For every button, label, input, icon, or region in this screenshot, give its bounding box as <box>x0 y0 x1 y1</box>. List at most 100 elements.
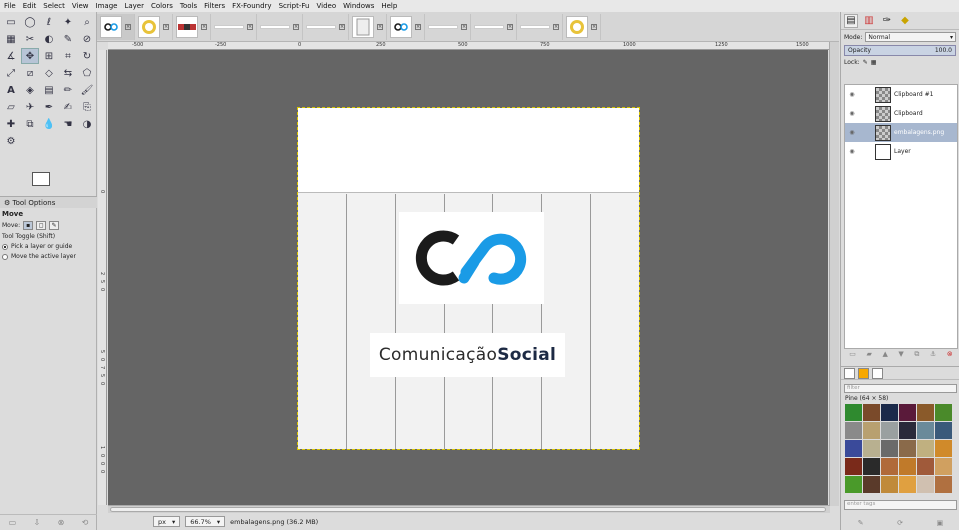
move-path-mode-button[interactable]: ✎ <box>49 221 60 230</box>
crop-icon[interactable]: ⌗ <box>59 48 77 64</box>
free-select-icon[interactable]: ℓ <box>40 14 58 30</box>
menu-colors[interactable]: Colors <box>151 2 173 10</box>
eraser-icon[interactable]: ▱ <box>2 99 20 115</box>
move-icon[interactable]: ✥ <box>21 48 39 64</box>
perspective-clone-icon[interactable]: ⧉ <box>21 116 39 132</box>
menu-filters[interactable]: Filters <box>204 2 225 10</box>
perspective-icon[interactable]: ◇ <box>40 65 58 81</box>
close-icon[interactable]: × <box>591 23 597 30</box>
menu-tools[interactable]: Tools <box>180 2 197 10</box>
image-tab[interactable]: × <box>303 13 349 40</box>
pattern-swatch[interactable] <box>935 476 952 493</box>
menu-fx-foundry[interactable]: FX-Foundry <box>232 2 271 10</box>
lower-layer-icon[interactable]: ▼ <box>898 350 903 362</box>
ellipse-select-icon[interactable]: ◯ <box>21 14 39 30</box>
menu-file[interactable]: File <box>4 2 16 10</box>
channels-tab-icon[interactable]: ▥ <box>862 14 876 28</box>
flip-icon[interactable]: ⇆ <box>59 65 77 81</box>
opacity-slider[interactable]: Opacity 100.0 <box>844 45 956 56</box>
move-active-radio[interactable] <box>2 253 8 260</box>
image-tab[interactable]: × <box>211 13 257 40</box>
save-options-icon[interactable]: ▭ <box>9 518 17 527</box>
gegl-icon[interactable]: ⚙ <box>2 133 20 149</box>
canvas-area[interactable]: Comunicação Social <box>108 50 828 505</box>
pattern-swatch[interactable] <box>917 440 934 457</box>
patterns-tab-icon[interactable] <box>858 367 869 379</box>
close-icon[interactable]: × <box>553 23 559 30</box>
eye-icon[interactable]: ◉ <box>848 110 856 117</box>
close-icon[interactable]: × <box>339 23 345 30</box>
pattern-swatch[interactable] <box>935 422 952 439</box>
close-icon[interactable]: × <box>415 23 421 30</box>
ink-icon[interactable]: ✒ <box>40 99 58 115</box>
vertical-scrollbar[interactable] <box>829 42 839 506</box>
rect-select-icon[interactable]: ▭ <box>2 14 20 30</box>
clone-icon[interactable]: ⎘ <box>78 99 96 115</box>
pattern-swatch[interactable] <box>881 476 898 493</box>
shear-icon[interactable]: ⧄ <box>21 65 39 81</box>
pattern-swatch[interactable] <box>863 458 880 475</box>
pattern-swatch[interactable] <box>899 476 916 493</box>
close-icon[interactable]: × <box>507 23 513 30</box>
pattern-swatch[interactable] <box>881 404 898 421</box>
new-group-icon[interactable]: ▰ <box>866 350 871 362</box>
undo-tab-icon[interactable]: ◆ <box>898 14 912 28</box>
horizontal-ruler[interactable]: -500 -250 0 250 500 750 1000 1250 1500 <box>108 42 830 50</box>
pattern-swatch[interactable] <box>917 422 934 439</box>
layer-row[interactable]: ◉ Layer <box>845 142 957 161</box>
pick-layer-radio[interactable] <box>2 243 8 250</box>
align-icon[interactable]: ⊞ <box>40 48 58 64</box>
layer-row[interactable]: ◉ Clipboard <box>845 104 957 123</box>
bucket-fill-icon[interactable]: ◈ <box>21 82 39 98</box>
image-tab[interactable]: × <box>387 13 425 40</box>
pattern-swatch[interactable] <box>917 404 934 421</box>
layers-tab-icon[interactable]: ▤ <box>844 13 858 28</box>
image-tab[interactable]: × <box>563 13 601 40</box>
color-select-icon[interactable]: ▦ <box>2 31 20 47</box>
image-tab[interactable]: × <box>135 13 173 40</box>
scale-icon[interactable]: ⤢ <box>2 65 20 81</box>
blend-icon[interactable]: ▤ <box>40 82 58 98</box>
scissors-icon[interactable]: ✂ <box>21 31 39 47</box>
mode-select[interactable]: Normal ▾ <box>865 32 956 42</box>
option-row[interactable]: Move the active layer <box>2 253 95 260</box>
close-icon[interactable]: × <box>125 23 131 30</box>
pencil-icon[interactable]: ✏ <box>59 82 77 98</box>
pattern-swatch[interactable] <box>845 422 862 439</box>
refresh-patterns-icon[interactable]: ⟳ <box>897 519 903 527</box>
pattern-swatch[interactable] <box>881 458 898 475</box>
pattern-swatch[interactable] <box>881 440 898 457</box>
image-tab[interactable]: × <box>471 13 517 40</box>
paths-icon[interactable]: ✎ <box>59 31 77 47</box>
menu-script-fu[interactable]: Script-Fu <box>279 2 310 10</box>
fuzzy-select-icon[interactable]: ✦ <box>59 14 77 30</box>
image-tab[interactable]: × <box>425 13 471 40</box>
eye-icon[interactable]: ◉ <box>848 91 856 98</box>
open-pattern-icon[interactable]: ▣ <box>937 519 944 527</box>
layer-row-selected[interactable]: ◉ embalagens.png <box>845 123 957 142</box>
duplicate-layer-icon[interactable]: ⧉ <box>914 350 919 362</box>
layer-row[interactable]: ◉ Clipboard #1 <box>845 85 957 104</box>
foreground-color[interactable] <box>32 172 50 186</box>
delete-options-icon[interactable]: ⊗ <box>58 518 65 527</box>
pattern-swatch[interactable] <box>881 422 898 439</box>
eye-icon[interactable]: ◉ <box>848 148 856 155</box>
pattern-swatch[interactable] <box>935 404 952 421</box>
smudge-icon[interactable]: ☚ <box>59 116 77 132</box>
move-selection-mode-button[interactable]: ◻ <box>36 221 47 230</box>
anchor-layer-icon[interactable]: ⚓ <box>930 350 936 362</box>
lock-alpha-icon[interactable]: ▦ <box>871 59 877 66</box>
edit-pattern-icon[interactable]: ✎ <box>858 519 864 527</box>
pattern-swatch[interactable] <box>845 404 862 421</box>
tags-input[interactable]: enter tags <box>844 500 957 510</box>
pattern-swatch[interactable] <box>845 458 862 475</box>
pattern-swatch[interactable] <box>935 458 952 475</box>
measure-icon[interactable]: ∡ <box>2 48 20 64</box>
close-icon[interactable]: × <box>247 23 253 30</box>
new-layer-icon[interactable]: ▭ <box>849 350 856 362</box>
delete-layer-icon[interactable]: ⊗ <box>947 350 953 362</box>
raise-layer-icon[interactable]: ▲ <box>882 350 887 362</box>
gradients-tab-icon[interactable] <box>872 367 883 379</box>
close-icon[interactable]: × <box>163 23 169 30</box>
pattern-swatch[interactable] <box>917 476 934 493</box>
